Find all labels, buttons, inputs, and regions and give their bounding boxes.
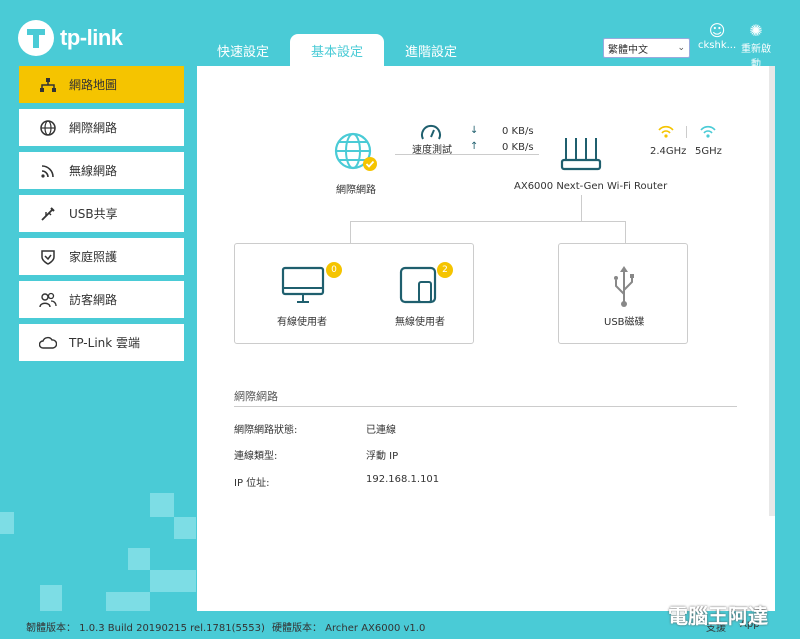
decor-square: [106, 592, 150, 611]
scrollbar[interactable]: [769, 66, 775, 516]
upload-arrow-icon: ↑: [470, 141, 479, 152]
sidebar-item-label: USB共享: [69, 207, 118, 221]
sidebar-item-homecare[interactable]: 家庭照護: [19, 238, 184, 275]
sidebar-item-label: 網路地圖: [69, 78, 118, 92]
info-key-connection-type: 連線類型:: [234, 451, 278, 462]
info-key-status: 網際網路狀態:: [234, 425, 298, 436]
cloud-icon: [39, 334, 57, 352]
router-node[interactable]: [558, 134, 604, 178]
wired-count-badge: 0: [326, 262, 342, 278]
info-divider: [234, 406, 737, 407]
internet-globe-icon: [334, 132, 377, 171]
download-arrow-icon: ↓: [470, 125, 479, 136]
account-button[interactable]: ☺ ckshk...: [698, 21, 737, 52]
firmware-version: 韌體版本： 1.0.3 Build 20190215 rel.1781(5553…: [26, 623, 265, 634]
sidebar-item-network-map[interactable]: 網路地圖: [19, 66, 184, 103]
tp-link-logo-icon: [18, 20, 54, 56]
sidebar-item-label: 訪客網路: [69, 293, 118, 307]
internet-label: 網際網路: [336, 185, 376, 196]
connector-line: [581, 195, 582, 221]
sidebar-item-cloud[interactable]: TP-Link 雲端: [19, 324, 184, 361]
decor-square: [150, 493, 174, 517]
shield-icon: [39, 248, 57, 266]
band-separator: [686, 126, 687, 138]
sidebar: 網路地圖 網際網路 無線網路 USB共享 家庭照護 訪客網路 TP-Link 雲…: [19, 66, 184, 367]
language-value: 繁體中文: [608, 44, 648, 56]
network-map-icon: [39, 76, 57, 94]
sidebar-item-guest[interactable]: 訪客網路: [19, 281, 184, 318]
wired-clients-button[interactable]: [281, 266, 325, 308]
reboot-button[interactable]: ✺ 重新啟動: [740, 21, 772, 71]
band-5-label: 5GHz: [695, 146, 722, 157]
reboot-icon: ✺: [749, 21, 763, 40]
monitor-icon: [281, 266, 325, 303]
tp-link-logo: tp-link: [18, 20, 123, 56]
decor-square: [128, 548, 150, 570]
top-tabs: 快速設定 基本設定 進階設定: [196, 34, 478, 66]
account-label: ckshk...: [698, 40, 737, 51]
sidebar-item-label: TP-Link 雲端: [69, 336, 141, 350]
sidebar-item-label: 網際網路: [69, 121, 118, 135]
info-value-status: 已連線: [366, 425, 396, 436]
connector-line: [625, 221, 626, 243]
internet-node[interactable]: [333, 131, 377, 179]
chevron-down-icon: ⌄: [677, 43, 685, 53]
sidebar-item-label: 家庭照護: [69, 250, 118, 264]
info-key-ip: IP 位址:: [234, 478, 270, 489]
download-rate: 0 KB/s: [502, 126, 534, 137]
decor-square: [40, 585, 62, 611]
sidebar-item-label: 無線網路: [69, 164, 118, 178]
connector-line: [350, 221, 351, 243]
user-icon: ☺: [708, 21, 726, 40]
hardware-version: 硬體版本： Archer AX6000 v1.0: [272, 623, 426, 634]
upload-rate: 0 KB/s: [502, 142, 534, 153]
decor-square: [174, 517, 196, 539]
sidebar-item-internet[interactable]: 網際網路: [19, 109, 184, 146]
decor-square: [150, 570, 196, 592]
usb-label: USB磁碟: [604, 317, 645, 328]
wifi-24-icon: [658, 125, 674, 138]
wired-clients-label: 有線使用者: [277, 317, 327, 328]
devices-icon: [399, 266, 437, 304]
logo-text: tp-link: [60, 25, 123, 50]
language-select[interactable]: 繁體中文 ⌄: [603, 38, 690, 58]
globe-icon: [39, 119, 57, 137]
speed-test-label: 速度測試: [412, 145, 452, 156]
usb-symbol-icon: [614, 266, 634, 307]
usb-icon: [39, 205, 57, 223]
wifi-5-icon: [700, 125, 716, 138]
info-section-title: 網際網路: [234, 390, 278, 403]
watermark: 電腦王阿達: [668, 604, 768, 628]
info-value-ip: 192.168.1.101: [366, 474, 440, 485]
band-24-label: 2.4GHz: [650, 146, 687, 157]
router-name: AX6000 Next-Gen Wi-Fi Router: [514, 181, 668, 192]
sidebar-item-usb[interactable]: USB共享: [19, 195, 184, 232]
wireless-count-badge: 2: [437, 262, 453, 278]
router-icon: [560, 138, 602, 171]
wireless-clients-button[interactable]: [399, 266, 439, 310]
sidebar-item-wireless[interactable]: 無線網路: [19, 152, 184, 189]
tab-advanced[interactable]: 進階設定: [384, 34, 478, 66]
wireless-clients-label: 無線使用者: [395, 317, 445, 328]
speedometer-icon: [421, 124, 441, 140]
tab-basic[interactable]: 基本設定: [290, 34, 384, 66]
decor-square: [0, 512, 14, 534]
tab-quick-setup[interactable]: 快速設定: [196, 34, 290, 66]
info-value-connection-type: 浮動 IP: [366, 451, 399, 462]
wifi-icon: [39, 162, 57, 180]
guests-icon: [39, 291, 57, 309]
connector-line: [350, 221, 626, 222]
